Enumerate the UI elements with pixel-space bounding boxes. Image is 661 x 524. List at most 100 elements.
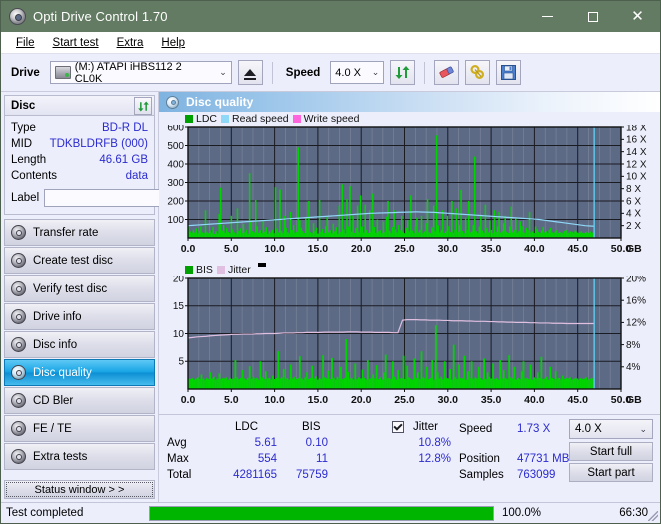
content-header: Disc quality: [159, 92, 660, 112]
menu-item-help[interactable]: Help: [152, 35, 194, 51]
sidebar-item-verify-test-disc[interactable]: Verify test disc: [4, 275, 155, 302]
jitter-checkbox[interactable]: [392, 420, 404, 433]
svg-text:6 X: 6 X: [626, 196, 641, 207]
stats-speed-value: 1.73 X: [517, 423, 551, 435]
speed-select[interactable]: 4.0 X ⌄: [330, 61, 385, 84]
content-panel: Disc quality LDC Read speed Write speed: [159, 92, 660, 502]
stats-total-ldc: 4281165: [233, 469, 277, 481]
sidebar-item-fe-te[interactable]: FE / TE: [4, 415, 155, 442]
tools-icon: [470, 64, 485, 80]
menu-bar: File Start test Extra Help: [1, 32, 660, 54]
disc-refresh-button[interactable]: [134, 97, 152, 115]
drive-icon: [54, 66, 71, 79]
disc-icon: [11, 253, 26, 268]
legend-swatch-icon: [292, 114, 301, 123]
refresh-button[interactable]: [390, 60, 416, 85]
stats-total-bis: 75759: [296, 469, 328, 481]
maximize-button[interactable]: [570, 1, 615, 32]
refresh-icon: [137, 101, 149, 111]
bis-chart-legend: BIS Jitter: [159, 263, 660, 276]
check-icon: [393, 420, 403, 431]
sidebar-item-extra-tests[interactable]: Extra tests: [4, 443, 155, 470]
toolbar-divider-1: [271, 61, 273, 84]
menu-item-help-label: Help: [161, 36, 186, 49]
resize-grip[interactable]: [648, 511, 658, 521]
svg-text:600: 600: [167, 125, 184, 133]
menu-item-start-test-label: Start test: [52, 36, 99, 49]
menu-item-start-test[interactable]: Start test: [44, 35, 108, 51]
stats-samples-label: Samples: [459, 469, 504, 481]
toolbar: Drive (M:) ATAPI iHBS112 2 CL0K ⌄ Speed …: [1, 54, 660, 92]
sidebar-item-label: Extra tests: [33, 450, 88, 463]
drive-select[interactable]: (M:) ATAPI iHBS112 2 CL0K ⌄: [49, 60, 232, 85]
svg-text:35.0: 35.0: [481, 243, 502, 255]
svg-text:0.0: 0.0: [181, 394, 196, 406]
eject-button[interactable]: [237, 60, 263, 85]
legend-entry-read-speed: Read speed: [221, 113, 289, 125]
stats-avg-bis: 0.10: [305, 437, 328, 449]
svg-text:8 X: 8 X: [626, 184, 641, 195]
sidebar-item-cd-bler[interactable]: CD Bler: [4, 387, 155, 414]
menu-item-file[interactable]: File: [7, 35, 44, 51]
svg-text:15.0: 15.0: [308, 394, 329, 406]
menu-item-file-label: File: [16, 36, 35, 49]
legend-swatch-icon: [216, 265, 225, 274]
minimize-button[interactable]: [525, 1, 570, 32]
stats-avg-ldc: 5.61: [254, 437, 277, 449]
main-body: Disc Type BD-R DL MID TDKBLDRFB (000) Le…: [1, 92, 660, 502]
start-part-button[interactable]: Start part: [569, 463, 653, 482]
disc-info-key: MID: [11, 138, 33, 150]
stats-col-ldc: LDC: [235, 421, 259, 433]
disc-icon: [166, 95, 179, 109]
ldc-plot-svg: 100 200 300 400 500 600 2 X4 X 6 X8 X10 X 12 X14…: [167, 125, 647, 255]
menu-item-extra[interactable]: Extra: [108, 35, 153, 51]
refresh-icon: [395, 66, 410, 79]
disc-icon: [11, 393, 26, 408]
bis-plot-svg: 5 10 15 20 4% 8% 12% 16% 20% 0.0 5.0 10.0 15.0 20.0 25…: [173, 276, 646, 406]
close-button[interactable]: ✕: [615, 1, 660, 32]
svg-text:20.0: 20.0: [351, 243, 372, 255]
sidebar-item-label: CD Bler: [33, 394, 74, 407]
disc-icon: [11, 225, 26, 240]
minimize-icon: [542, 16, 553, 17]
start-full-button[interactable]: Start full: [569, 442, 653, 461]
stats-speed-label: Speed: [459, 423, 493, 435]
tools-button[interactable]: [465, 60, 491, 85]
sidebar-item-label: Create test disc: [33, 254, 113, 267]
stats-row-label-max: Max: [167, 453, 189, 465]
drive-select-value: (M:) ATAPI iHBS112 2 CL0K: [74, 60, 182, 85]
svg-text:40.0: 40.0: [524, 394, 545, 406]
progress-bar: [149, 505, 494, 521]
save-button[interactable]: [496, 60, 522, 85]
sidebar-item-drive-info[interactable]: Drive info: [4, 303, 155, 330]
test-speed-value: 4.0 X: [575, 423, 602, 435]
sidebar-item-create-test-disc[interactable]: Create test disc: [4, 247, 155, 274]
disc-info-row-length: Length 46.61 GB: [11, 152, 148, 168]
jitter-label: Jitter: [413, 421, 438, 433]
svg-text:30.0: 30.0: [438, 243, 459, 255]
svg-text:5.0: 5.0: [224, 394, 239, 406]
sidebar-item-label: Disc quality: [33, 366, 92, 379]
svg-text:400: 400: [167, 159, 184, 170]
bis-plot: 5 10 15 20 4% 8% 12% 16% 20% 0.0 5.0 10.0 15.0 20.0 25…: [159, 276, 660, 414]
chevron-down-icon: ⌄: [371, 67, 380, 77]
sidebar-item-transfer-rate[interactable]: Transfer rate: [4, 219, 155, 246]
progress-bar-fill: [150, 506, 493, 520]
svg-text:35.0: 35.0: [481, 394, 502, 406]
menu-item-extra-label: Extra: [116, 36, 144, 49]
status-window-button[interactable]: Status window > >: [4, 480, 155, 499]
svg-text:10.0: 10.0: [264, 394, 285, 406]
erase-button[interactable]: [434, 60, 460, 85]
sidebar-item-disc-quality[interactable]: Disc quality: [4, 359, 155, 386]
disc-icon: [11, 365, 26, 380]
svg-text:25.0: 25.0: [394, 243, 415, 255]
svg-text:20: 20: [173, 276, 185, 284]
svg-text:30.0: 30.0: [438, 394, 459, 406]
sidebar-item-disc-info[interactable]: Disc info: [4, 331, 155, 358]
legend-label: LDC: [196, 112, 218, 125]
legend-entry-ldc: LDC: [185, 113, 217, 125]
test-speed-select[interactable]: 4.0 X ⌄: [569, 419, 653, 439]
stats-position-label: Position: [459, 453, 500, 465]
legend-entry-jitter: Jitter: [216, 264, 251, 276]
